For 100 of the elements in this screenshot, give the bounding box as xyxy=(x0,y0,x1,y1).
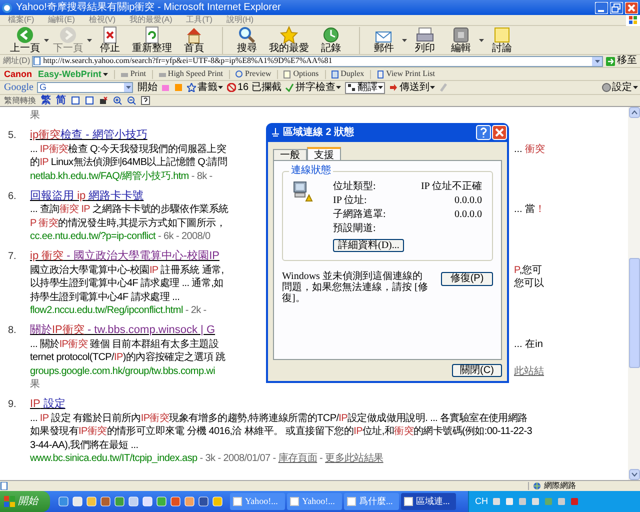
address-field[interactable]: http://tw.search.yahoo.com/search?fr=yfp&ei=UTF-8&p=ip%E8%A1%9D%E7%AA%81 xyxy=(32,56,603,66)
app-icon[interactable] xyxy=(156,496,167,507)
menu-item[interactable]: 編輯(E) xyxy=(48,16,75,24)
dropdown-caret-icon[interactable] xyxy=(594,60,600,62)
close-icon[interactable] xyxy=(625,2,638,14)
dropdown-caret-icon[interactable] xyxy=(479,38,484,42)
go-button[interactable]: 移至 xyxy=(605,56,638,66)
result-snippet: 國立政治大學電算中心-校園IP 註冊系統 通常, xyxy=(30,264,225,277)
dropdown-caret-icon xyxy=(633,86,638,89)
spellcheck-button[interactable]: 拼字檢查 xyxy=(285,82,342,92)
settings-button[interactable]: 設定 xyxy=(602,82,640,92)
network-icon xyxy=(271,128,280,137)
print-toolbar-button[interactable]: High Speed Print xyxy=(152,70,224,78)
delete-icon[interactable] xyxy=(99,96,108,105)
search-icon xyxy=(238,26,256,44)
dropdown-caret-icon xyxy=(218,86,224,89)
app-icon[interactable] xyxy=(142,496,153,507)
traditional-button[interactable]: 繁 xyxy=(41,96,51,106)
print-toolbar-button[interactable]: Duplex xyxy=(324,70,364,78)
app-icon[interactable] xyxy=(86,496,97,507)
google-search-field[interactable]: G xyxy=(37,82,134,93)
result-snippet: ternet protocol(TCP/IP)的內容按確定之選項 跳 xyxy=(30,352,226,364)
print-toolbar-button[interactable]: Print xyxy=(114,70,146,78)
scrollbar-thumb[interactable] xyxy=(628,258,640,368)
print-toolbar-button[interactable]: Options xyxy=(277,70,319,78)
menu-item[interactable]: 檢視(V) xyxy=(88,16,116,24)
toolbar-button[interactable]: 編輯 xyxy=(443,26,479,54)
app-icon[interactable] xyxy=(212,496,223,507)
repair-message: Windows 並未偵測到這個連線的問題，如果您無法連線，請按 [修復]。 xyxy=(282,271,429,304)
result-snippet: ... IP 設定 有鑑於日前所內IP衝突現象有增多的趨勢,特將連線所需的TCP/IP設定做成做用說明. ... 各實驗室在使用網路 xyxy=(30,412,528,425)
toolbar-button[interactable]: 上一頁 xyxy=(6,26,44,54)
maximize-icon[interactable] xyxy=(610,2,623,14)
toolbar-button[interactable]: 討論 xyxy=(484,26,520,54)
result-url-line: www.bc.sinica.edu.tw/IT/tcpip_index.asp - 3k - 2008/01/07 - 庫存頁面 - 更多此站結果 xyxy=(30,453,384,466)
repair-button[interactable]: 修復(P) xyxy=(441,272,493,286)
network-computer-icon xyxy=(291,180,313,202)
details-button[interactable]: 詳細資料(D)... xyxy=(333,239,404,252)
toolbar-button[interactable]: 列印 xyxy=(407,26,443,54)
app-icon[interactable] xyxy=(58,496,69,507)
toolbar-button[interactable]: 記錄 xyxy=(313,26,349,54)
minimize-icon[interactable] xyxy=(595,2,608,14)
go-arrow-icon xyxy=(606,56,615,66)
bookmarks-button[interactable]: 書籤 xyxy=(187,82,224,92)
result-title-link[interactable]: IP 設定 xyxy=(30,397,532,412)
result-snippet: ... 衝突 xyxy=(514,144,546,156)
scrollbar[interactable] xyxy=(628,107,640,480)
popup-blocker-button[interactable]: 16 已攔截 xyxy=(227,82,282,92)
send-to-button[interactable]: 傳送到 xyxy=(389,82,436,92)
home-icon xyxy=(185,26,203,44)
app-icon[interactable] xyxy=(170,496,181,507)
page-icon xyxy=(376,70,386,78)
taskbar-button[interactable]: 區域連... xyxy=(401,493,456,510)
result-snippet: 以持學生證到電算中心4F 請求處理 ... 通常,如 xyxy=(30,278,224,290)
menu-item[interactable]: 工具(T) xyxy=(186,16,212,24)
result-snippet: 的IP Linux無法偵測到64MB以上記憶體 Q:請問 xyxy=(30,157,228,170)
field-label: 位址類型: xyxy=(333,182,376,192)
app-icon[interactable] xyxy=(100,496,111,507)
app-icon[interactable] xyxy=(128,496,139,507)
scroll-down-icon[interactable] xyxy=(628,469,640,480)
window-icon xyxy=(233,497,242,506)
clock-icon xyxy=(322,26,340,44)
dialog-tab[interactable]: 支援 xyxy=(307,147,341,160)
app-icon[interactable] xyxy=(114,496,125,507)
dropdown-caret-icon[interactable] xyxy=(402,38,407,42)
simplified-button[interactable]: 简 xyxy=(56,96,66,106)
toolbar-button[interactable]: 我的最愛 xyxy=(265,26,313,54)
print-toolbar-button[interactable]: Preview xyxy=(229,70,272,78)
more-results-link[interactable]: 此站結 xyxy=(514,366,544,378)
field-value: IP 位址不正確 xyxy=(420,182,482,192)
page-icon xyxy=(283,70,292,78)
app-icon[interactable] xyxy=(72,496,83,507)
result-number: 5. xyxy=(8,129,18,143)
close-icon[interactable] xyxy=(492,125,507,140)
zoom-out-icon[interactable] xyxy=(127,96,136,105)
refresh-page-icon xyxy=(143,26,161,44)
window-icon xyxy=(404,497,413,506)
translate-button[interactable]: 翻譯 xyxy=(345,82,386,94)
toolbar-button[interactable]: 首頁 xyxy=(176,26,212,54)
toolbar-button[interactable]: 停止 xyxy=(92,26,128,54)
toolbar-button[interactable]: 郵件 xyxy=(366,26,402,54)
result-url-line: netlab.kh.edu.tw/FAQ/網管小技巧.htm - 8k - xyxy=(30,170,212,183)
zoom-in-icon[interactable] xyxy=(113,96,122,105)
dropdown-caret-icon[interactable] xyxy=(44,38,49,42)
print-toolbar-button[interactable]: View Print List xyxy=(370,70,436,78)
dialog-tab[interactable]: 一般 xyxy=(273,149,307,160)
menu-item[interactable]: 說明(H) xyxy=(226,16,254,24)
app-icon[interactable] xyxy=(184,496,195,507)
menu-item[interactable]: 我的最愛(A) xyxy=(130,16,172,24)
toolbar-button[interactable]: 重新整理 xyxy=(128,26,176,54)
menu-item[interactable]: 檔案(F) xyxy=(8,16,34,24)
star-icon xyxy=(187,83,196,92)
app-icon[interactable] xyxy=(198,496,209,507)
close-button[interactable]: 關閉(C) xyxy=(452,364,502,377)
toolbar-button[interactable]: 搜尋 xyxy=(229,26,265,54)
scroll-up-icon[interactable] xyxy=(628,107,640,118)
field-label: 子網路遮罩: xyxy=(333,210,386,220)
result-snippet: 持學生證到電算中心4F 請求處理 ... xyxy=(30,292,180,304)
help-icon[interactable] xyxy=(141,96,150,105)
search-button[interactable]: 開始 xyxy=(137,82,158,92)
result-url-line: cc.ee.ntu.edu.tw/?p=ip-conflict - 6k - 2008/0 xyxy=(30,231,210,244)
